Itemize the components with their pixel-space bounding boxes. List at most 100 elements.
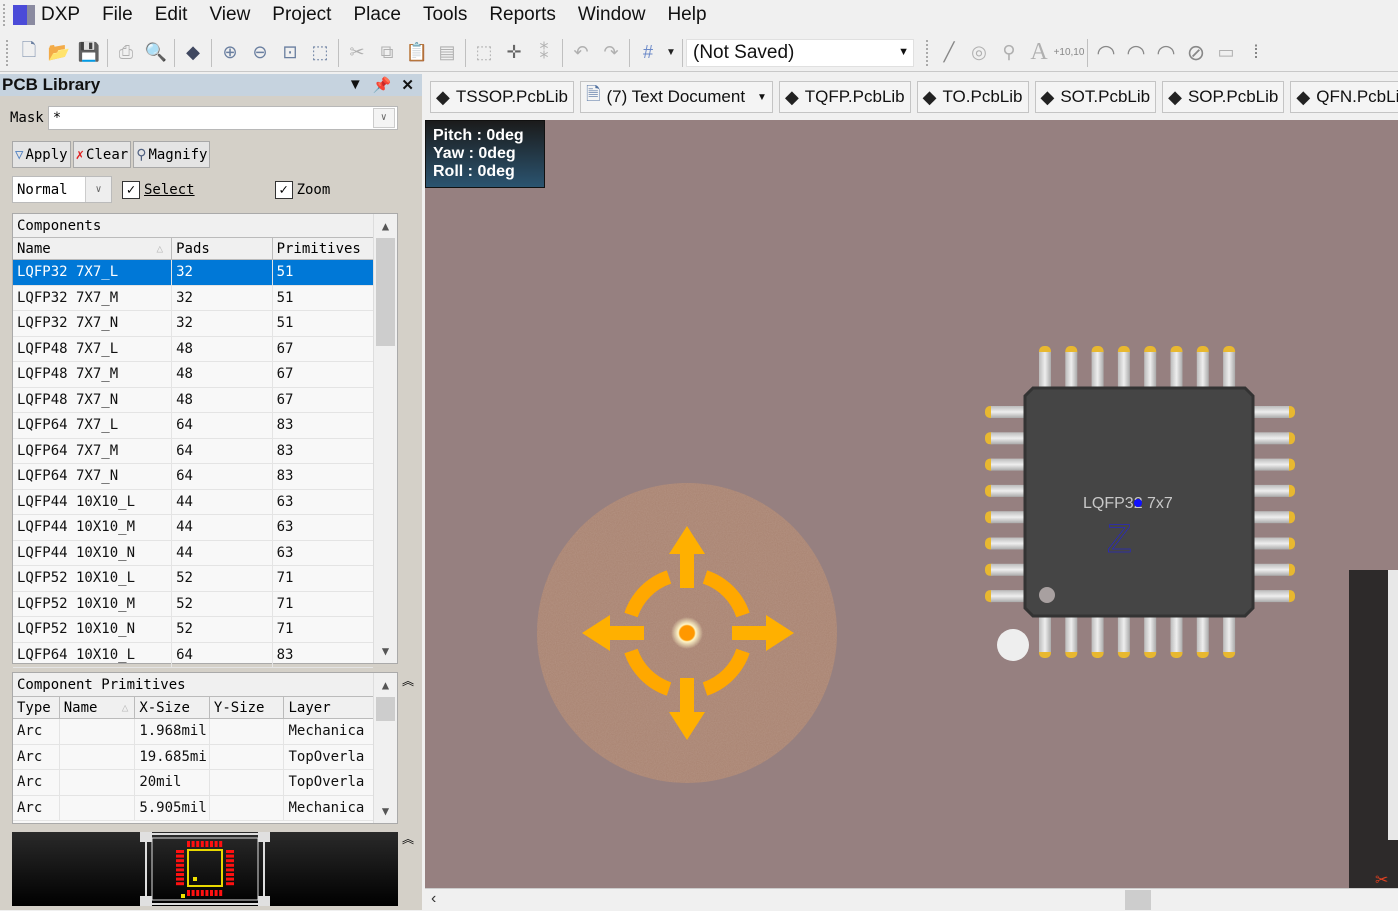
chevron-down-icon[interactable]: ∨ [372, 108, 395, 128]
component-row[interactable]: LQFP52 10X10_N 52 71 [13, 617, 373, 643]
pcb-3d-canvas[interactable]: Pitch : 0deg Yaw : 0deg Roll : 0deg LQFP… [425, 120, 1398, 890]
document-tab[interactable]: ◆ SOP.PcbLib [1162, 81, 1285, 113]
menu-reports[interactable]: Reports [478, 0, 567, 30]
component-row[interactable]: LQFP64 10X10_L 64 83 [13, 642, 373, 668]
dxp-logo-icon[interactable] [13, 5, 35, 25]
grid-icon[interactable]: # [633, 38, 663, 68]
primitive-row[interactable]: Arc 1.968mil Mechanica [13, 719, 373, 745]
primitive-row[interactable]: Arc 5.905mil Mechanica [13, 795, 373, 821]
scroll-up-icon[interactable]: ▲ [374, 673, 397, 697]
document-tab[interactable]: ◆ TO.PcbLib [916, 81, 1029, 113]
component-row[interactable]: LQFP64 7X7_L 64 83 [13, 413, 373, 439]
view-config-combo[interactable]: (Not Saved) ▼ [686, 38, 914, 67]
arc-edge-icon[interactable]: ◠ [1121, 38, 1151, 68]
cross-select-icon[interactable]: ⁑ [529, 38, 559, 68]
component-row[interactable]: LQFP32 7X7_M 32 51 [13, 285, 373, 311]
hscroll-thumb[interactable] [1125, 890, 1151, 910]
menu-file[interactable]: File [91, 0, 144, 30]
column-name[interactable]: Name △ [13, 238, 173, 259]
document-tab[interactable]: ◆ TQFP.PcbLib [778, 81, 911, 113]
scroll-down-icon[interactable]: ▼ [374, 639, 397, 663]
taskbar-preview-thumbnail[interactable]: ✂ [1349, 570, 1398, 890]
toolbar-grip[interactable] [926, 39, 930, 66]
menu-dxp[interactable]: DXP [35, 0, 91, 30]
column-primitives[interactable]: Primitives [273, 238, 373, 259]
scroll-left-icon[interactable]: ‹ [431, 890, 436, 908]
zoom-fit-icon[interactable]: ⊡ [275, 38, 305, 68]
lqfp32-footprint-3d[interactable]: LQFP32 7x7 Z [975, 340, 1305, 670]
menu-project[interactable]: Project [261, 0, 342, 30]
grid-dropdown-icon[interactable]: ▼ [663, 38, 679, 68]
component-row[interactable]: LQFP64 7X7_M 64 83 [13, 438, 373, 464]
column-pads[interactable]: Pads [172, 238, 273, 259]
pad-icon[interactable]: ◎ [964, 38, 994, 68]
checkbox-checked-icon[interactable]: ✓ [122, 180, 140, 199]
close-icon[interactable]: ✕ [401, 76, 414, 94]
array-paste-icon[interactable]: ⁞ [1241, 38, 1271, 68]
3d-navigator[interactable] [532, 478, 842, 788]
select-area-icon[interactable]: ⬚ [469, 38, 499, 68]
arc-center-icon[interactable]: ◠ [1091, 38, 1121, 68]
column-name[interactable]: Name △ [60, 697, 136, 718]
zoom-checkbox[interactable]: ✓ Zoom [274, 180, 330, 199]
mask-input[interactable]: * ∨ [47, 106, 398, 130]
column-y-size[interactable]: Y-Size [210, 697, 285, 718]
scroll-up-icon[interactable]: ▲ [374, 214, 397, 238]
rubber-stamp-icon[interactable]: ▤ [432, 38, 462, 68]
cut-icon[interactable]: ✂ [342, 38, 372, 68]
3d-view-icon[interactable]: ◆ [178, 38, 208, 68]
redo-icon[interactable]: ↷ [596, 38, 626, 68]
primitive-row[interactable]: Arc 20mil TopOverla [13, 770, 373, 796]
fill-icon[interactable]: ▭ [1211, 38, 1241, 68]
components-scrollbar[interactable]: ▲ ▼ [373, 214, 397, 663]
document-tab[interactable]: 🗎 (7) Text Document ▼ [579, 81, 773, 113]
via-icon[interactable]: ⚲ [994, 38, 1024, 68]
chevron-down-icon[interactable]: ▼ [898, 46, 909, 58]
component-row[interactable]: LQFP44 10X10_N 44 63 [13, 540, 373, 566]
apply-button[interactable]: ▽ Apply [12, 141, 71, 168]
component-row[interactable]: LQFP44 10X10_L 44 63 [13, 489, 373, 515]
component-row[interactable]: LQFP48 7X7_M 48 67 [13, 362, 373, 388]
component-row[interactable]: LQFP48 7X7_L 48 67 [13, 336, 373, 362]
snipping-tool-icon[interactable]: ✂ [1375, 870, 1388, 890]
document-tab[interactable]: ◆ SOT.PcbLib [1034, 81, 1157, 113]
menu-edit[interactable]: Edit [144, 0, 199, 30]
component-row[interactable]: LQFP52 10X10_L 52 71 [13, 566, 373, 592]
paste-icon[interactable]: 📋 [402, 38, 432, 68]
chevron-down-icon[interactable]: ∨ [85, 177, 111, 202]
scroll-thumb[interactable] [376, 697, 395, 721]
save-icon[interactable]: 💾 [74, 38, 104, 68]
arc-any-icon[interactable]: ◠ [1151, 38, 1181, 68]
scroll-down-icon[interactable]: ▼ [374, 799, 397, 823]
line-icon[interactable]: ╱ [934, 38, 964, 68]
mode-select[interactable]: Normal ∨ [12, 176, 112, 203]
component-row[interactable]: LQFP32 7X7_N 32 51 [13, 311, 373, 337]
menu-window[interactable]: Window [567, 0, 657, 30]
select-checkbox[interactable]: ✓ Select [122, 180, 195, 199]
collapse-primitives-icon[interactable]: ︽ [402, 672, 414, 689]
document-tab[interactable]: ◆ QFN.PcbLib [1290, 81, 1398, 113]
undo-icon[interactable]: ↶ [566, 38, 596, 68]
zoom-in-icon[interactable]: ⊕ [215, 38, 245, 68]
primitive-row[interactable]: Arc 19.685mi TopOverla [13, 744, 373, 770]
column-layer[interactable]: Layer [284, 697, 373, 718]
canvas-hscrollbar[interactable]: ‹ [425, 888, 1398, 910]
toolbar-grip[interactable] [6, 39, 10, 66]
component-row[interactable]: LQFP32 7X7_L 32 51 [13, 260, 373, 286]
component-row[interactable]: LQFP48 7X7_N 48 67 [13, 387, 373, 413]
print-preview-icon[interactable]: 🔍 [141, 38, 171, 68]
string-icon[interactable]: A [1024, 38, 1054, 68]
column-type[interactable]: Type [13, 697, 60, 718]
menubar-grip[interactable] [3, 4, 7, 26]
magnify-button[interactable]: ⚲ Magnify [133, 141, 211, 168]
print-icon[interactable]: ⎙ [111, 38, 141, 68]
column-x-size[interactable]: X-Size [135, 697, 210, 718]
footprint-preview[interactable] [12, 832, 398, 906]
menu-view[interactable]: View [198, 0, 261, 30]
primitives-scrollbar[interactable]: ▲ ▼ [373, 673, 397, 823]
full-circle-icon[interactable]: ⊘ [1181, 38, 1211, 68]
component-row[interactable]: LQFP52 10X10_M 52 71 [13, 591, 373, 617]
panel-menu-icon[interactable]: ▼ [348, 76, 363, 94]
zoom-out-icon[interactable]: ⊖ [245, 38, 275, 68]
chevron-down-icon[interactable]: ▼ [757, 92, 767, 103]
